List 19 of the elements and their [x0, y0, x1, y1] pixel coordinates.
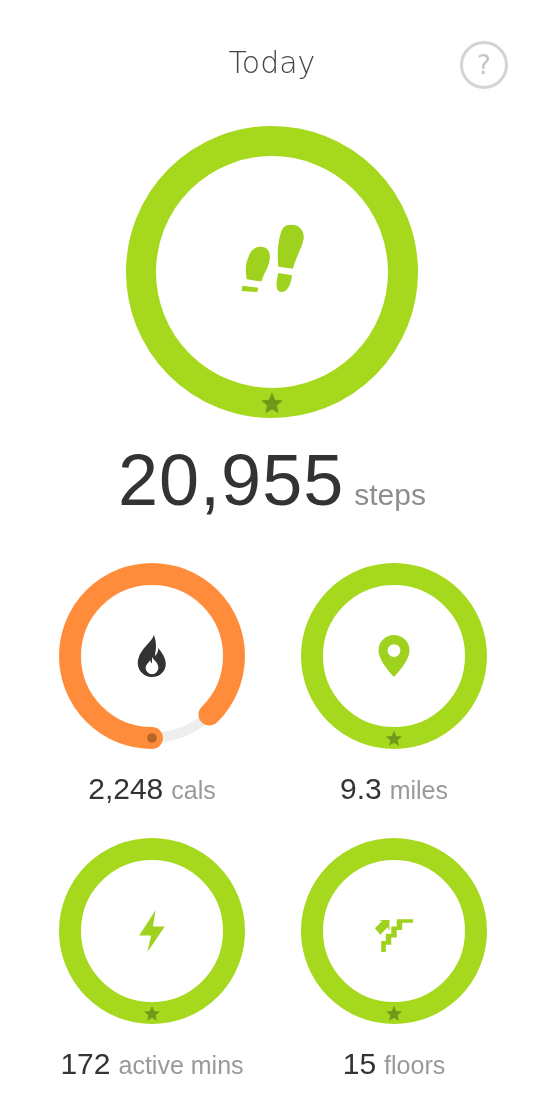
stat-value: 172 [60, 1046, 111, 1082]
stat-value: 9.3 [339, 771, 382, 807]
stat-value: 2,248 [88, 771, 164, 807]
ring-track [162, 717, 205, 743]
flame-icon [137, 635, 166, 677]
stairs-icon [374, 919, 414, 952]
stat-unit: active mins [118, 1050, 244, 1081]
page-title: Today [228, 44, 316, 82]
map-pin-icon [378, 635, 410, 677]
stat-unit: miles [389, 775, 449, 806]
stat-unit: cals [171, 775, 216, 806]
help-button[interactable]: ? [460, 41, 508, 89]
steps-unit: steps [354, 478, 426, 512]
steps-count: 20,955 [118, 440, 345, 520]
lightning-bolt-icon [139, 910, 165, 952]
stat-value: 15 [342, 1046, 377, 1082]
footprints-icon [241, 224, 304, 292]
progress-dot [147, 733, 157, 743]
stat-unit: floors [384, 1050, 446, 1081]
